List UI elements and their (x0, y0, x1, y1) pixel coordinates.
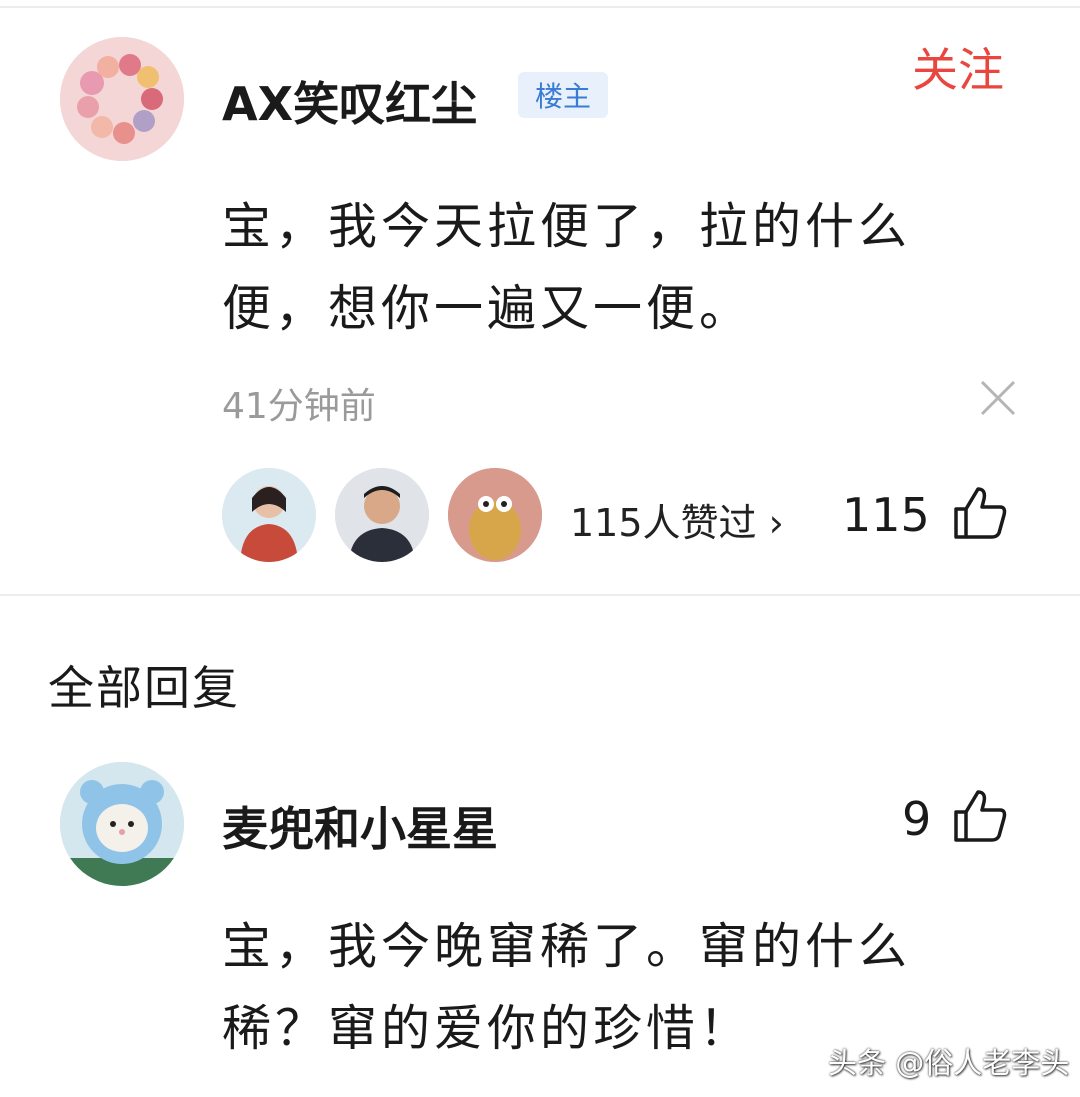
close-icon[interactable] (976, 376, 1020, 420)
replies-section-title: 全部回复 (48, 661, 240, 715)
comment-username[interactable]: AX笑叹红尘 (222, 68, 477, 134)
likers-link[interactable]: 115人赞过 › (570, 492, 784, 547)
watermark: 头条 @俗人老李头 (828, 1046, 1070, 1080)
avatar[interactable] (60, 37, 184, 161)
liker-avatar[interactable] (222, 468, 316, 562)
follow-button[interactable]: 关注 (912, 34, 1004, 100)
top-divider (0, 6, 1080, 8)
liker-avatar[interactable] (448, 468, 542, 562)
avatar[interactable] (60, 762, 184, 886)
reply-username[interactable]: 麦兜和小星星 (222, 793, 498, 859)
like-count: 115 (842, 488, 930, 542)
comment-time: 41分钟前 (222, 386, 376, 427)
liker-avatar[interactable] (335, 468, 429, 562)
owner-badge: 楼主 (518, 72, 608, 118)
section-divider (0, 594, 1080, 596)
thumbs-up-icon[interactable] (952, 788, 1008, 844)
reply-like-count: 9 (902, 792, 932, 846)
thumbs-up-icon[interactable] (952, 485, 1008, 541)
comment-text: 宝，我今天拉便了，拉的什么便，想你一遍又一便。 (222, 198, 912, 337)
